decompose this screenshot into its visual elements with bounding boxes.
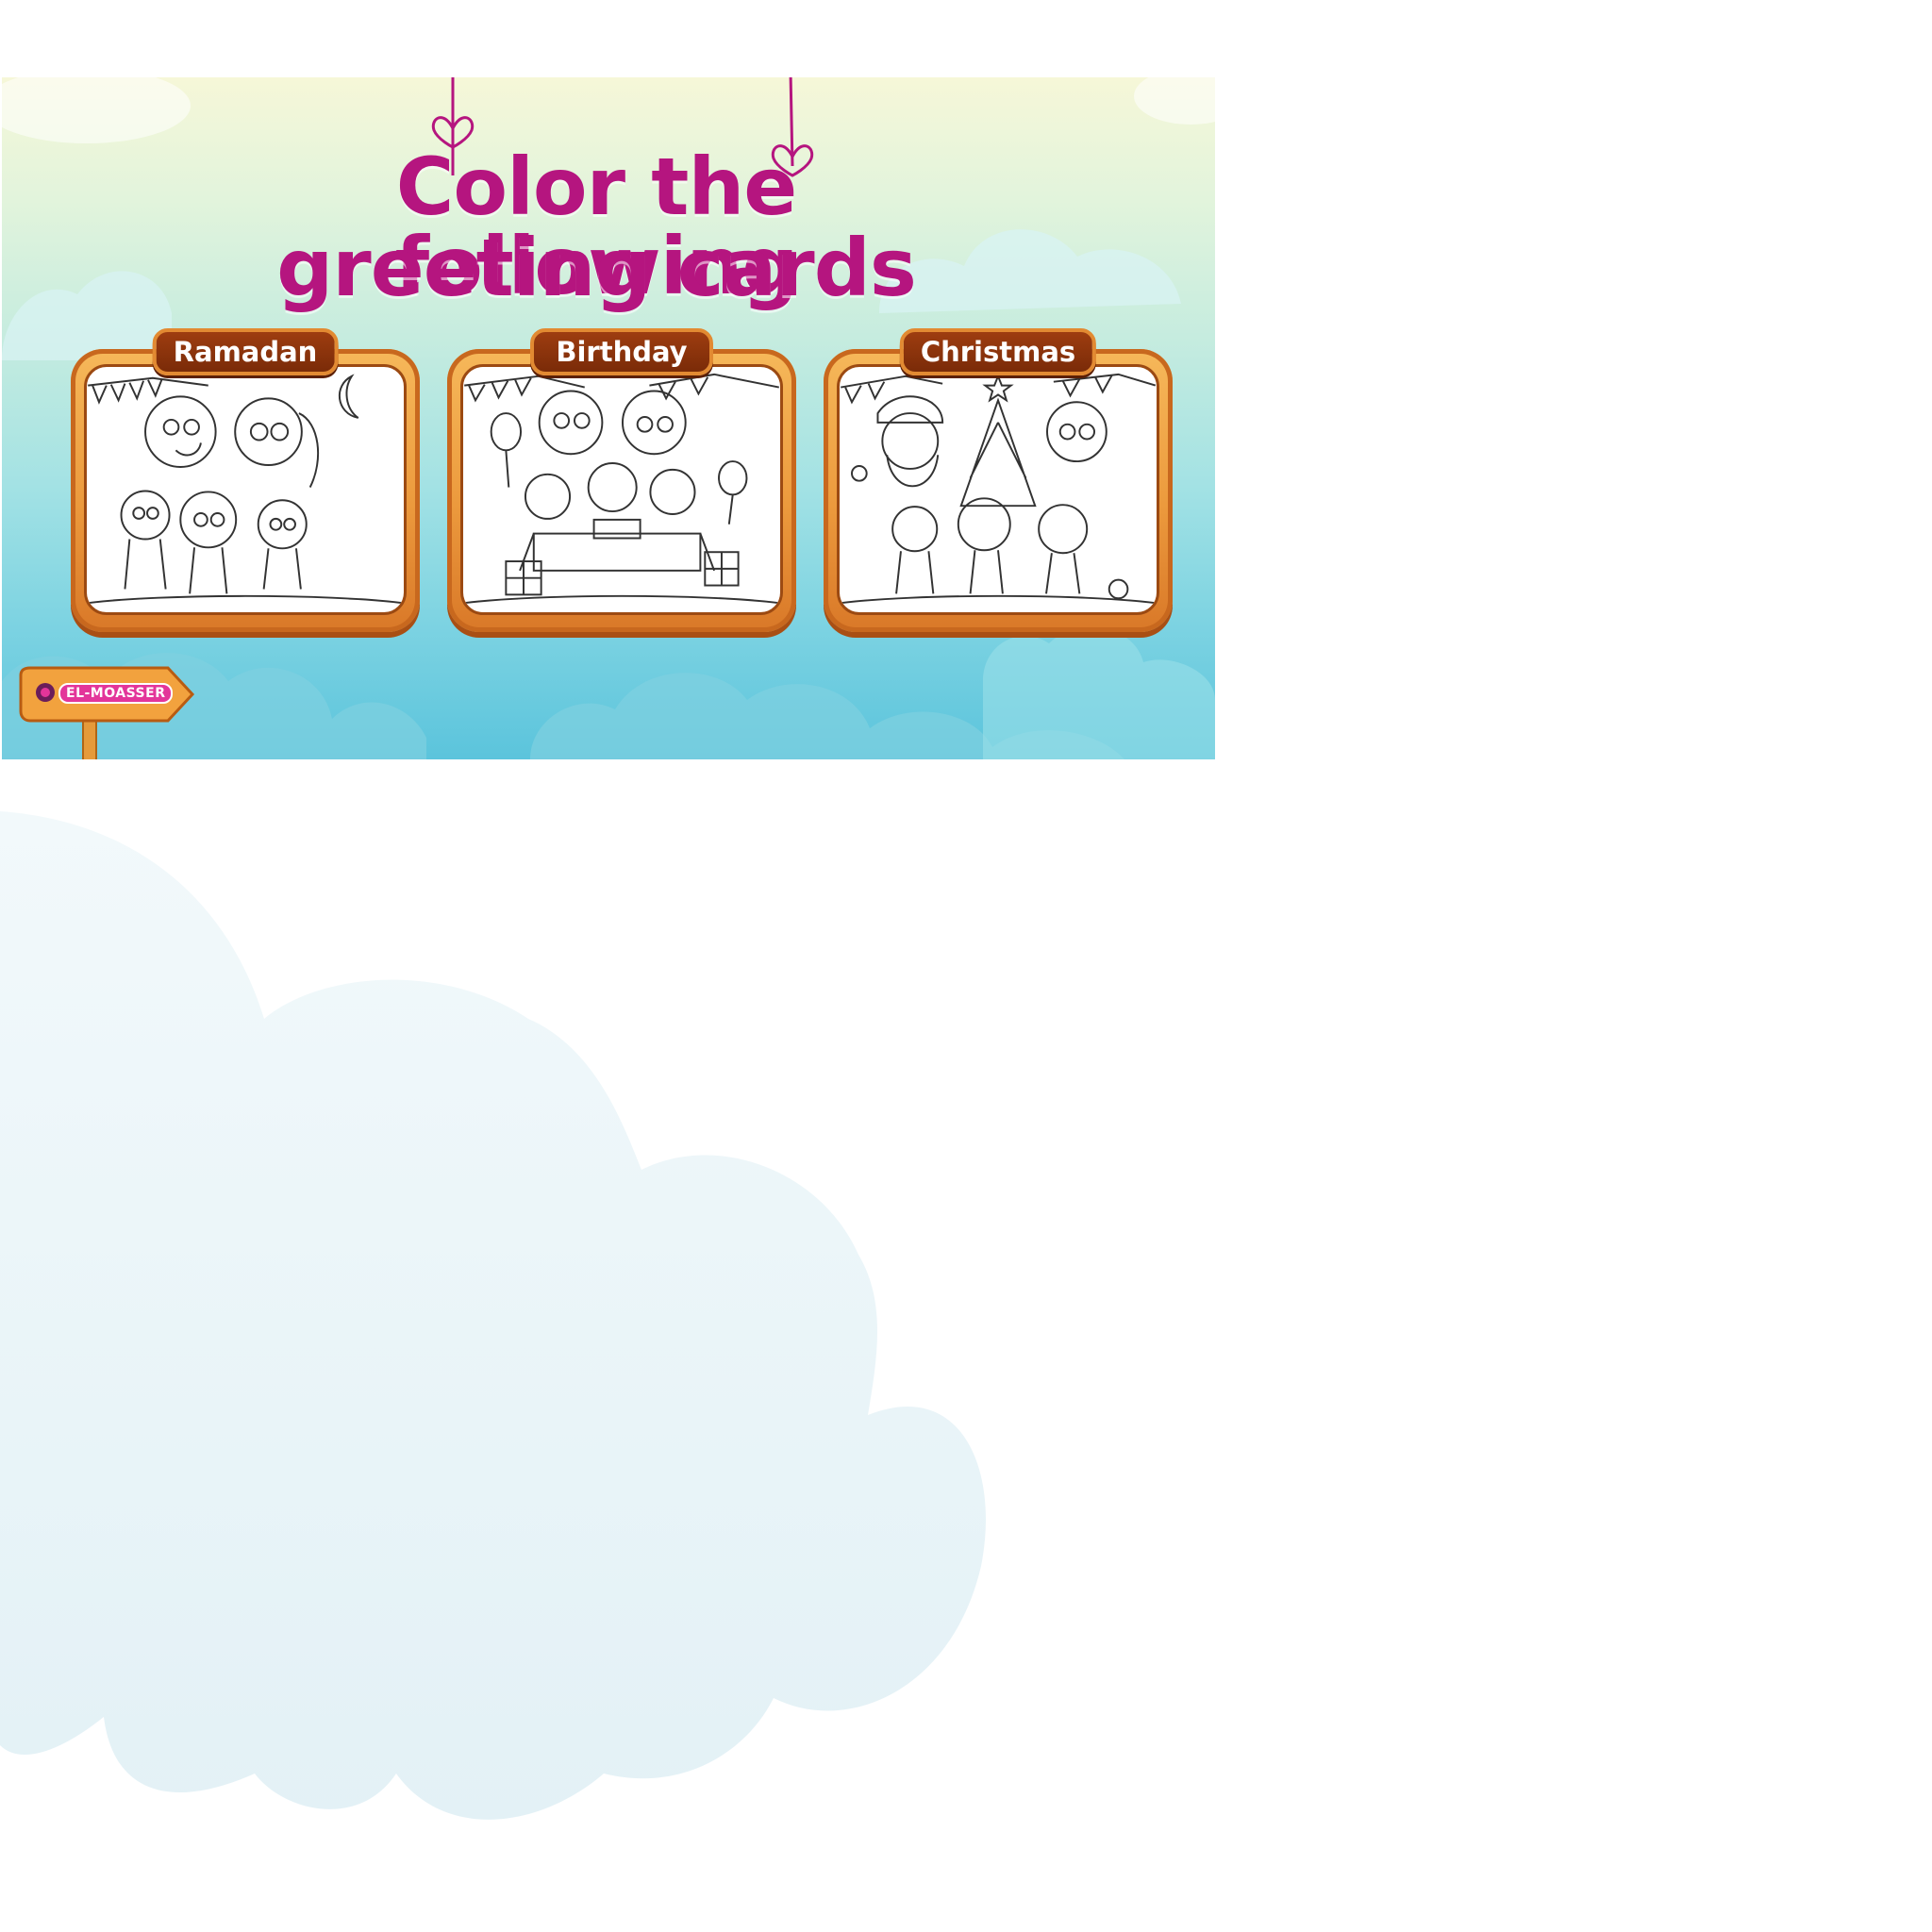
background-cloud bbox=[0, 811, 986, 1820]
card-label: Christmas bbox=[899, 328, 1097, 375]
card-label: Birthday bbox=[530, 328, 713, 375]
card-ramadan[interactable]: Ramadan bbox=[71, 328, 420, 632]
ramadan-coloring-illustration bbox=[88, 374, 403, 605]
page-title-line2: greeting cards bbox=[276, 222, 917, 314]
christmas-coloring-illustration bbox=[841, 373, 1157, 605]
card-image bbox=[837, 364, 1159, 615]
logo-signpost[interactable]: EL-MOASSER bbox=[17, 664, 196, 759]
logo-text: EL-MOASSER bbox=[58, 683, 174, 704]
card-birthday[interactable]: Birthday bbox=[447, 328, 796, 632]
signpost-shape bbox=[19, 666, 195, 759]
balloon-icon bbox=[718, 460, 748, 496]
game-screen: Color the following greeting cards Ramad… bbox=[2, 77, 1215, 759]
balloon-icon bbox=[490, 412, 523, 452]
card-image bbox=[84, 364, 407, 615]
card-christmas[interactable]: Christmas bbox=[824, 328, 1173, 632]
card-image bbox=[460, 364, 783, 615]
christmas-tree-icon bbox=[959, 397, 1037, 508]
birthday-coloring-illustration bbox=[464, 373, 779, 605]
card-label: Ramadan bbox=[152, 328, 339, 375]
crescent-moon-icon bbox=[338, 374, 359, 419]
star-icon bbox=[982, 374, 1014, 403]
